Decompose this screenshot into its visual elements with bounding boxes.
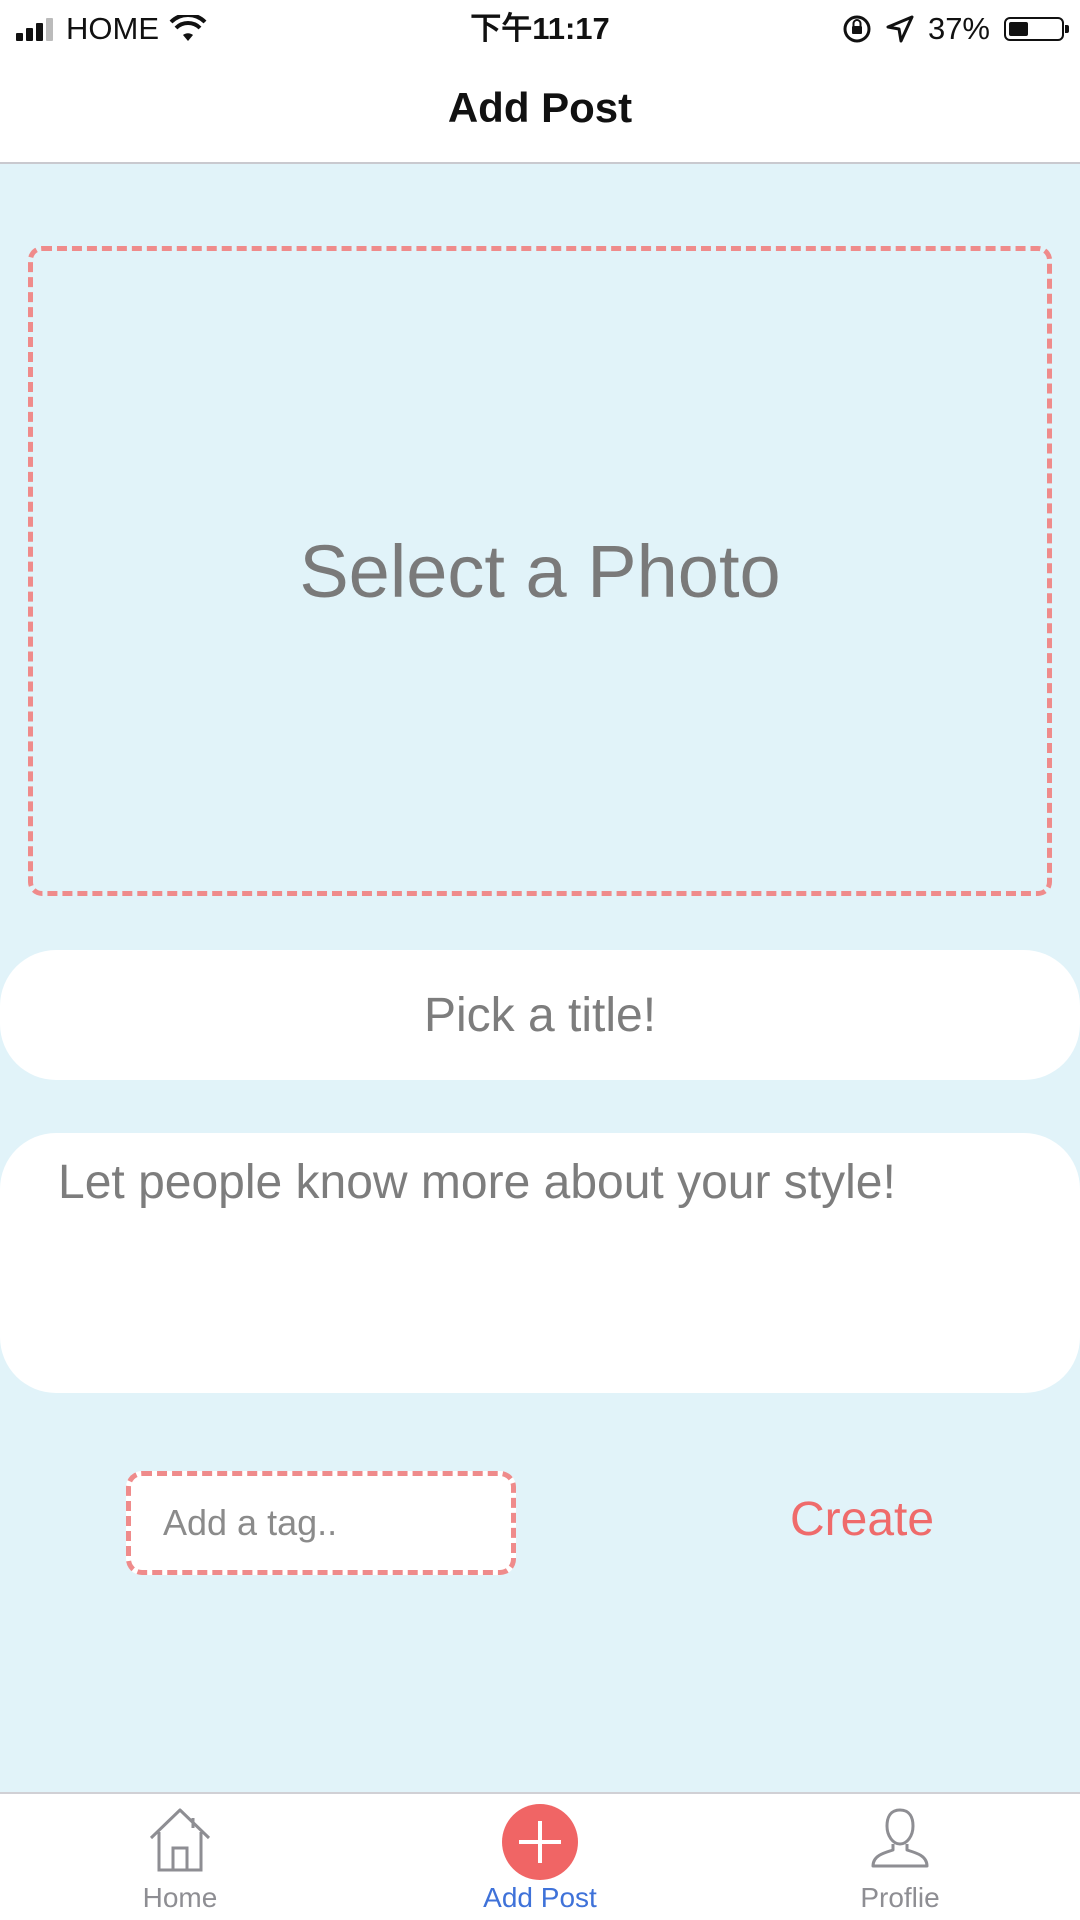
title-placeholder: Pick a title! xyxy=(423,988,657,1042)
select-photo-label: Select a Photo xyxy=(299,529,781,613)
tag-input[interactable]: Add a tag.. xyxy=(126,1471,516,1575)
home-icon xyxy=(149,1808,211,1872)
battery-percent: 37% xyxy=(927,11,990,46)
plus-circle-icon xyxy=(502,1804,578,1880)
title-input[interactable]: Pick a title! xyxy=(0,950,1080,1080)
description-placeholder: Let people know more about your style! xyxy=(58,1156,896,1209)
tab-profile-label: Proflie xyxy=(860,1882,940,1913)
battery-icon xyxy=(1004,17,1069,41)
nav-header: Add Post xyxy=(0,58,1080,164)
status-right: 37% xyxy=(842,0,1069,58)
tab-profile[interactable]: Proflie xyxy=(720,1794,1080,1920)
tab-bar: Home Add Post Proflie xyxy=(0,1792,1080,1920)
tab-add-post[interactable]: Add Post xyxy=(360,1794,720,1920)
tag-placeholder: Add a tag.. xyxy=(163,1502,338,1543)
description-input[interactable]: Let people know more about your style! xyxy=(0,1133,1080,1393)
select-photo-area[interactable]: Select a Photo xyxy=(28,246,1052,896)
page-title: Add Post xyxy=(447,84,633,131)
status-bar: HOME 下午11:17 37% xyxy=(0,0,1080,58)
tab-home[interactable]: Home xyxy=(0,1794,360,1920)
person-icon xyxy=(871,1808,929,1868)
tab-home-label: Home xyxy=(142,1882,218,1913)
location-icon xyxy=(886,15,914,43)
orientation-lock-icon xyxy=(843,15,871,43)
tab-add-post-label: Add Post xyxy=(483,1882,597,1913)
create-button[interactable]: Create xyxy=(790,1492,934,1547)
